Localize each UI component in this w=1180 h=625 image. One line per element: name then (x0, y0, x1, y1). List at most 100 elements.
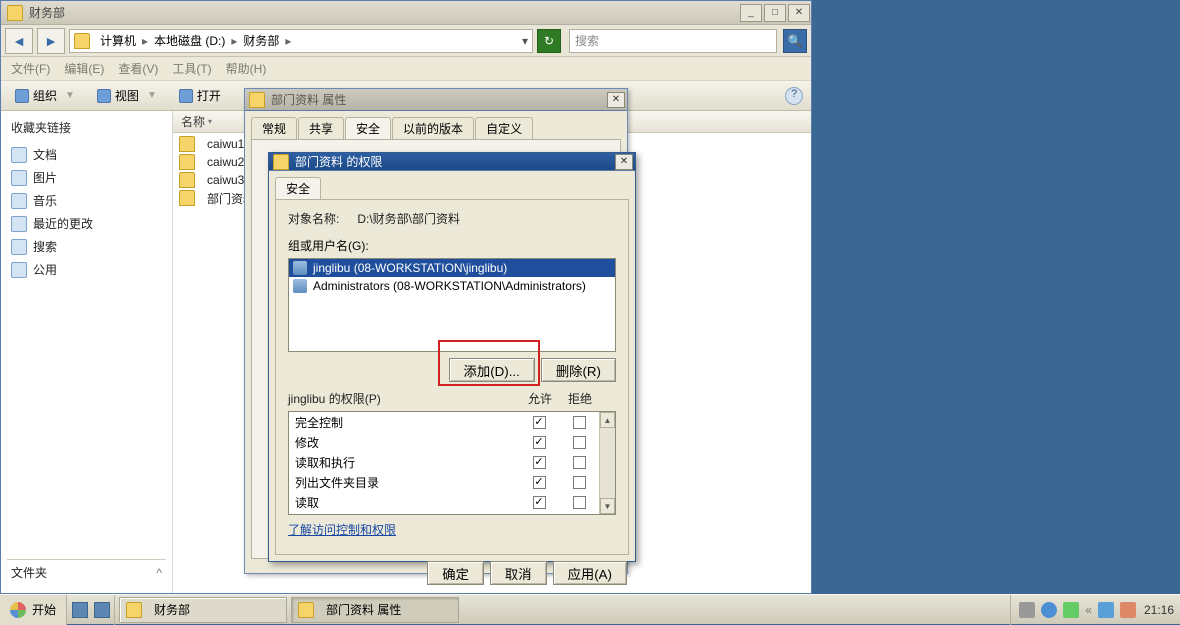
toolbar-help-button[interactable]: ? (785, 87, 803, 105)
allow-checkbox[interactable] (533, 436, 546, 449)
menu-edit[interactable]: 编辑(E) (64, 60, 104, 77)
breadcrumb-part[interactable]: 本地磁盘 (D:) (154, 32, 225, 49)
object-name-value: D:\财务部\部门资料 (357, 210, 460, 227)
tray-icon[interactable] (1041, 602, 1057, 618)
deny-checkbox[interactable] (573, 476, 586, 489)
sidebar-item-public[interactable]: 公用 (7, 259, 166, 280)
folder-icon (249, 92, 265, 108)
start-button[interactable]: 开始 (0, 595, 67, 625)
permission-row: 完全控制 (289, 412, 599, 432)
search-icon (11, 239, 27, 255)
toolbar-views[interactable]: 视图▼ (91, 85, 167, 106)
sidebar-item-pictures[interactable]: 图片 (7, 167, 166, 188)
folder-icon (179, 190, 195, 206)
tray-icon[interactable] (1120, 602, 1136, 618)
sidebar-footer[interactable]: 文件夹^ (7, 559, 166, 585)
clock[interactable]: 21:16 (1144, 603, 1174, 617)
close-button[interactable]: ✕ (607, 92, 625, 108)
sidebar-header: 收藏夹链接 (7, 119, 166, 136)
deny-checkbox[interactable] (573, 436, 586, 449)
user-item[interactable]: Administrators (08-WORKSTATION\Administr… (289, 277, 615, 295)
menu-tools[interactable]: 工具(T) (172, 60, 211, 77)
folder-icon (74, 33, 90, 49)
allow-checkbox[interactable] (533, 456, 546, 469)
tab-general[interactable]: 常规 (251, 117, 297, 139)
sidebar-item-recent[interactable]: 最近的更改 (7, 213, 166, 234)
folder-icon (273, 154, 289, 170)
nav-fwd-button[interactable]: ► (37, 28, 65, 54)
show-desktop-icon[interactable] (72, 602, 88, 618)
allow-checkbox[interactable] (533, 416, 546, 429)
refresh-button[interactable]: ↻ (537, 29, 561, 53)
tray-icon[interactable] (1063, 602, 1079, 618)
toolbar-open[interactable]: 打开 (173, 85, 227, 106)
dialog-buttons: 确定 取消 应用(A) (269, 561, 635, 585)
folder-icon (7, 5, 23, 21)
permission-label: 完全控制 (295, 414, 519, 431)
organize-icon (15, 89, 29, 103)
views-icon (97, 89, 111, 103)
apply-button[interactable]: 应用(A) (553, 561, 627, 585)
folder-icon (11, 262, 27, 278)
minimize-button[interactable]: _ (740, 4, 762, 22)
scroll-up-button[interactable]: ▲ (600, 412, 615, 428)
breadcrumb-part[interactable]: 计算机 (100, 32, 136, 49)
ok-button[interactable]: 确定 (427, 561, 484, 585)
dialog-titlebar[interactable]: 部门资料 的权限 ✕ (269, 153, 635, 171)
sidebar-item-music[interactable]: 音乐 (7, 190, 166, 211)
search-icon: 🔍 (788, 34, 803, 48)
task-button[interactable]: 财务部 (119, 597, 287, 623)
breadcrumb-part[interactable]: 财务部 (243, 32, 279, 49)
folder-icon (179, 172, 195, 188)
sidebar-item-documents[interactable]: 文档 (7, 144, 166, 165)
permission-label: 修改 (295, 434, 519, 451)
tray-icon[interactable] (1098, 602, 1114, 618)
scrollbar[interactable]: ▲ ▼ (599, 412, 615, 514)
tray-icon[interactable] (1019, 602, 1035, 618)
tray-expand-icon[interactable]: « (1085, 603, 1092, 617)
arrow-right-icon: ► (44, 33, 58, 49)
task-button[interactable]: 部门资料 属性 (291, 597, 459, 623)
allow-checkbox[interactable] (533, 476, 546, 489)
tab-previous[interactable]: 以前的版本 (392, 117, 474, 139)
users-list[interactable]: jinglibu (08-WORKSTATION\jinglibu) Admin… (288, 258, 616, 352)
scroll-down-button[interactable]: ▼ (600, 498, 615, 514)
nav-back-button[interactable]: ◄ (5, 28, 33, 54)
dialog-title: 部门资料 属性 (271, 91, 346, 108)
deny-checkbox[interactable] (573, 496, 586, 509)
menu-help[interactable]: 帮助(H) (226, 60, 267, 77)
tab-security[interactable]: 安全 (275, 177, 321, 199)
security-pane: 对象名称: D:\财务部\部门资料 组或用户名(G): jinglibu (08… (275, 199, 629, 555)
cancel-button[interactable]: 取消 (490, 561, 547, 585)
remove-button[interactable]: 删除(R) (541, 358, 616, 382)
close-button[interactable]: ✕ (788, 4, 810, 22)
permissions-grid: 完全控制修改读取和执行列出文件夹目录读取 ▲ ▼ (288, 411, 616, 515)
window-title: 财务部 (29, 4, 65, 21)
folder-icon (179, 136, 195, 152)
quick-launch-icon[interactable] (94, 602, 110, 618)
permissions-for-label: jinglibu 的权限(P) (288, 390, 520, 407)
deny-checkbox[interactable] (573, 456, 586, 469)
chevron-down-icon[interactable]: ▾ (522, 34, 528, 48)
tab-custom[interactable]: 自定义 (475, 117, 533, 139)
menu-view[interactable]: 查看(V) (118, 60, 158, 77)
allow-checkbox[interactable] (533, 496, 546, 509)
sidebar-item-search[interactable]: 搜索 (7, 236, 166, 257)
learn-more-link[interactable]: 了解访问控制和权限 (288, 515, 616, 544)
maximize-button[interactable]: □ (764, 4, 786, 22)
search-input[interactable]: 搜索 (569, 29, 777, 53)
tab-share[interactable]: 共享 (298, 117, 344, 139)
close-button[interactable]: ✕ (615, 154, 633, 170)
tab-security[interactable]: 安全 (345, 117, 391, 139)
dialog-title: 部门资料 的权限 (295, 153, 382, 170)
add-button[interactable]: 添加(D)... (449, 358, 535, 382)
user-item[interactable]: jinglibu (08-WORKSTATION\jinglibu) (289, 259, 615, 277)
user-group-icon (293, 261, 307, 275)
menu-file[interactable]: 文件(F) (11, 60, 50, 77)
toolbar-organize[interactable]: 组织▼ (9, 85, 85, 106)
deny-checkbox[interactable] (573, 416, 586, 429)
dialog-titlebar[interactable]: 部门资料 属性 ✕ (245, 89, 627, 111)
search-button[interactable]: 🔍 (783, 29, 807, 53)
breadcrumb[interactable]: 计算机▸ 本地磁盘 (D:)▸ 财务部▸ ▾ (69, 29, 533, 53)
window-titlebar[interactable]: 财务部 _ □ ✕ (1, 1, 811, 25)
